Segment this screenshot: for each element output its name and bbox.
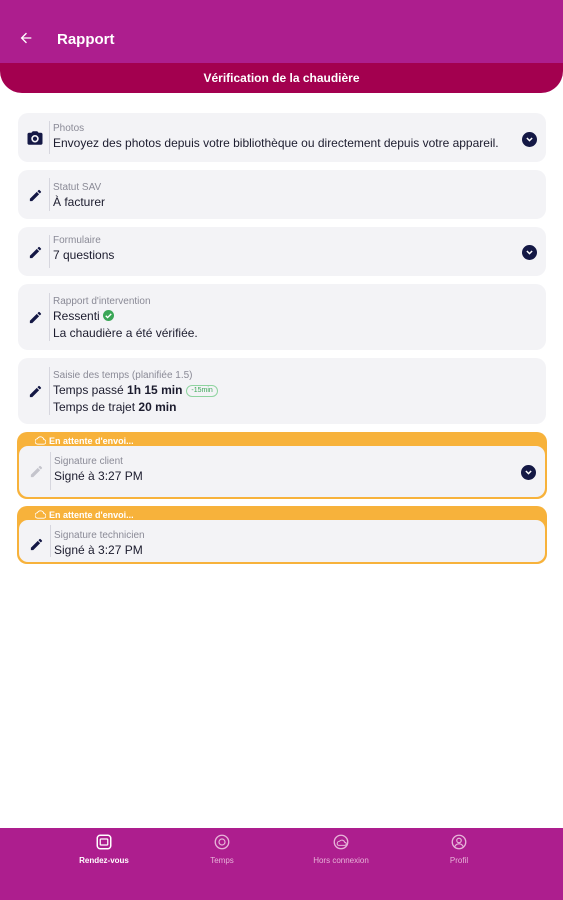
signature-technicien-value: Signé à 3:27 PM	[54, 543, 143, 557]
rapport-card[interactable]: Rapport d'intervention Ressenti La chaud…	[18, 284, 546, 350]
signature-client-value: Signé à 3:27 PM	[54, 469, 143, 483]
pending-status-text: En attente d'envoi...	[49, 509, 134, 520]
nav-hors-connexion[interactable]: Hors connexion	[286, 832, 396, 865]
page-title: Rapport	[57, 31, 115, 48]
calendar-icon	[94, 832, 114, 852]
divider	[49, 121, 50, 154]
nav-label: Temps	[210, 856, 234, 865]
signature-client-label: Signature client	[54, 456, 123, 467]
divider	[49, 235, 50, 268]
chevron-down-icon[interactable]	[522, 245, 537, 260]
temps-passe-value: 1h 15 min	[127, 383, 183, 397]
divider	[49, 293, 50, 341]
signature-technicien-card[interactable]: Signature technicien Signé à 3:27 PM	[19, 520, 545, 562]
nav-label: Hors connexion	[313, 856, 369, 865]
ressenti-text: Ressenti	[53, 309, 100, 323]
formulaire-label: Formulaire	[53, 235, 101, 246]
pencil-icon	[25, 533, 47, 555]
pending-status-text: En attente d'envoi...	[49, 435, 134, 446]
report-screen: Rapport Vérification de la chaudière Pho…	[0, 0, 563, 900]
section-title: Vérification de la chaudière	[203, 71, 360, 85]
pencil-icon	[24, 184, 46, 206]
temps-trajet-prefix: Temps de trajet	[53, 400, 136, 414]
formulaire-value: 7 questions	[53, 248, 115, 262]
pencil-icon	[24, 241, 46, 263]
divider	[50, 525, 51, 557]
camera-icon	[24, 127, 46, 149]
rapport-text: La chaudière a été vérifiée.	[53, 326, 198, 340]
pencil-icon	[24, 306, 46, 328]
nav-rendez-vous[interactable]: Rendez-vous	[49, 832, 159, 865]
statut-sav-card[interactable]: Statut SAV À facturer	[18, 170, 546, 219]
signature-technicien-label: Signature technicien	[54, 530, 145, 541]
temps-trajet-line: Temps de trajet 20 min	[53, 399, 516, 416]
ressenti-line: Ressenti	[53, 308, 516, 325]
temps-trajet-value: 20 min	[138, 400, 177, 414]
divider	[49, 367, 50, 415]
rapport-label: Rapport d'intervention	[53, 296, 151, 307]
temps-card[interactable]: Saisie des temps (planifiée 1.5) Temps p…	[18, 358, 546, 424]
statut-label: Statut SAV	[53, 182, 102, 193]
offline-icon	[331, 832, 351, 852]
check-circle-icon	[102, 310, 114, 321]
photos-label: Photos	[53, 123, 85, 134]
cloud-upload-icon	[35, 436, 46, 445]
pending-signature-technicien: En attente d'envoi... Signature technici…	[17, 506, 547, 564]
bottom-navigation: Rendez-vous Temps Hors connexion Profil	[0, 828, 563, 900]
photos-value: Envoyez des photos depuis votre biblioth…	[53, 136, 499, 150]
nav-label: Profil	[449, 856, 469, 865]
pencil-icon	[24, 380, 46, 402]
profile-icon	[449, 832, 469, 852]
arrow-left-icon	[20, 32, 32, 44]
clock-icon	[212, 832, 232, 852]
chevron-down-icon[interactable]	[522, 132, 537, 147]
temps-passe-line: Temps passé 1h 15 min -15min	[53, 382, 516, 399]
section-banner: Vérification de la chaudière	[0, 63, 563, 93]
signature-client-card[interactable]: Signature client Signé à 3:27 PM	[19, 446, 545, 497]
cloud-upload-icon	[35, 510, 46, 519]
nav-label: Rendez-vous	[79, 856, 129, 865]
statut-value: À facturer	[53, 195, 106, 209]
chevron-down-icon[interactable]	[521, 465, 536, 480]
photos-card[interactable]: Photos Envoyez des photos depuis votre b…	[18, 113, 546, 162]
nav-temps[interactable]: Temps	[167, 832, 277, 865]
nav-profil[interactable]: Profil	[404, 832, 514, 865]
app-bar: Rapport	[0, 0, 563, 64]
formulaire-card[interactable]: Formulaire 7 questions	[18, 227, 546, 276]
back-button[interactable]	[14, 26, 38, 50]
temps-label: Saisie des temps (planifiée 1.5)	[53, 370, 193, 381]
pending-status: En attente d'envoi...	[35, 435, 134, 446]
time-diff-tag: -15min	[186, 385, 218, 397]
divider	[50, 452, 51, 490]
pending-signature-client: En attente d'envoi... Signature client S…	[17, 432, 547, 499]
temps-passe-prefix: Temps passé	[53, 383, 124, 397]
pending-status: En attente d'envoi...	[35, 509, 134, 520]
pencil-icon	[25, 460, 47, 482]
divider	[49, 178, 50, 211]
